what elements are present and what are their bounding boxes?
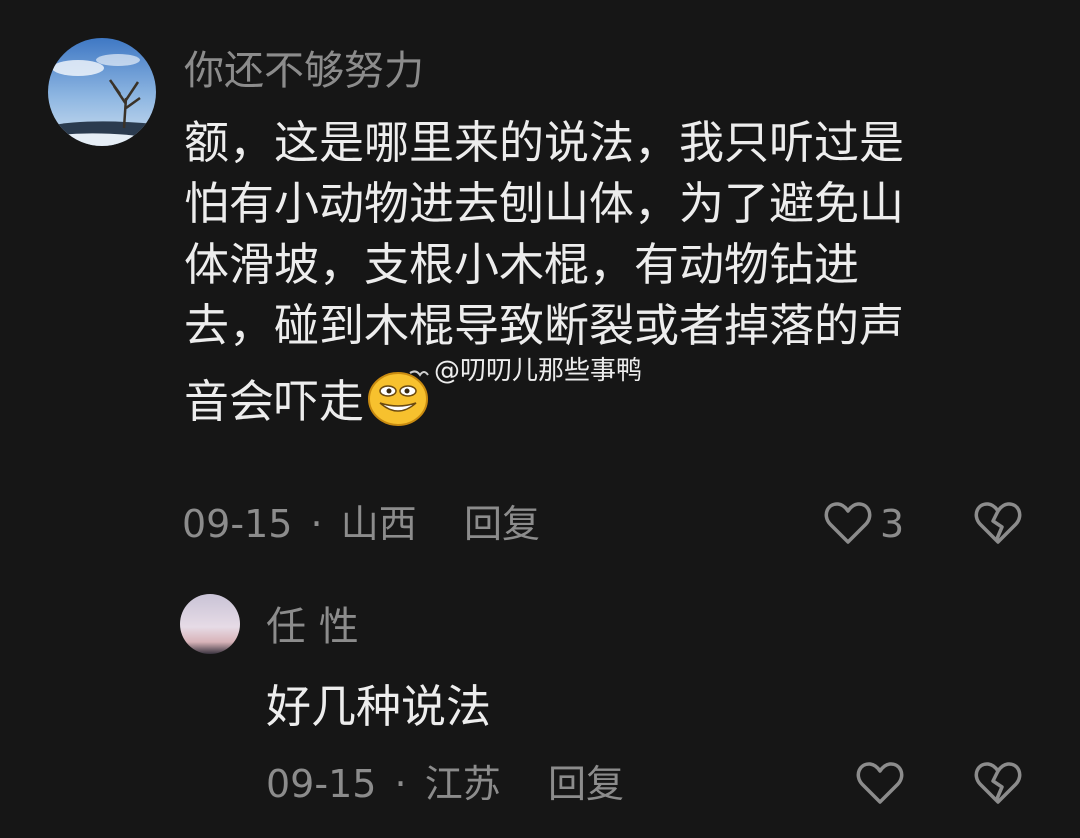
reply-button[interactable]: 回复 xyxy=(548,762,624,806)
comment-username[interactable]: 你还不够努力 xyxy=(184,46,424,96)
comment-line: 怕有小动物进去刨山体，为了避免山 xyxy=(184,177,905,230)
reply-date: 09-15 xyxy=(266,762,377,806)
heart-icon[interactable] xyxy=(824,500,872,546)
like-count: 3 xyxy=(880,502,905,546)
comment-meta: 09-15 · 山西 xyxy=(182,502,417,546)
grinning-emoji-icon xyxy=(366,367,430,442)
comment-line: 音会吓走 xyxy=(184,375,365,428)
meta-separator: · xyxy=(394,762,407,806)
comment-line: 去，碰到木棍导致断裂或者掉落的声 xyxy=(184,299,905,352)
reply-text: 好几种说法 xyxy=(266,680,492,733)
comment-line: 额，这是哪里来的说法，我只听过是 xyxy=(184,116,905,169)
avatar-main[interactable] xyxy=(48,38,156,146)
comment-location: 山西 xyxy=(340,502,417,546)
reply-location: 江苏 xyxy=(424,762,501,806)
comment-text: 额，这是哪里来的说法，我只听过是 怕有小动物进去刨山体，为了避免山 体滑坡，支根… xyxy=(184,112,1024,442)
comment-line-last: 音会吓走 @叨叨儿那些事鸭 xyxy=(184,356,1024,442)
comment-date: 09-15 xyxy=(182,502,293,546)
broken-heart-icon[interactable] xyxy=(974,760,1022,806)
watermark-text: @叨叨儿那些事鸭 xyxy=(434,356,643,386)
comment-line: 体滑坡，支根小木棍，有动物钻进 xyxy=(184,238,860,291)
heart-icon[interactable] xyxy=(856,760,904,806)
meta-separator: · xyxy=(310,502,323,546)
reply-meta: 09-15 · 江苏 xyxy=(266,762,501,806)
reply-username[interactable]: 任 性 xyxy=(266,602,359,652)
reply-button[interactable]: 回复 xyxy=(464,502,540,546)
avatar-reply[interactable] xyxy=(180,594,240,654)
broken-heart-icon[interactable] xyxy=(974,500,1022,546)
